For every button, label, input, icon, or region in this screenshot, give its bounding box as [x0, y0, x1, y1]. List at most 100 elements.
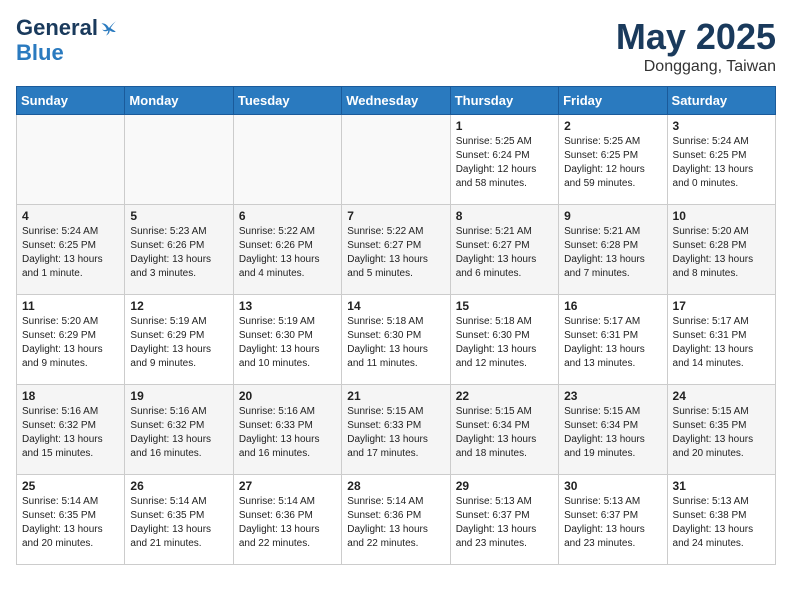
calendar-cell: 12 Sunrise: 5:19 AM Sunset: 6:29 PM Dayli… [125, 295, 233, 385]
day-number: 17 [673, 299, 770, 313]
day-info: Sunrise: 5:15 AM Sunset: 6:34 PM Dayligh… [456, 405, 553, 461]
day-info: Sunrise: 5:21 AM Sunset: 6:27 PM Dayligh… [456, 225, 553, 281]
calendar-cell: 26 Sunrise: 5:14 AM Sunset: 6:35 PM Dayli… [125, 475, 233, 565]
day-info: Sunrise: 5:22 AM Sunset: 6:26 PM Dayligh… [239, 225, 336, 281]
day-number: 6 [239, 209, 336, 223]
day-info: Sunrise: 5:13 AM Sunset: 6:38 PM Dayligh… [673, 495, 770, 551]
calendar-cell: 11 Sunrise: 5:20 AM Sunset: 6:29 PM Dayli… [17, 295, 125, 385]
calendar-cell [125, 115, 233, 205]
day-number: 26 [130, 479, 227, 493]
day-number: 31 [673, 479, 770, 493]
day-number: 11 [22, 299, 119, 313]
day-number: 18 [22, 389, 119, 403]
day-info: Sunrise: 5:15 AM Sunset: 6:34 PM Dayligh… [564, 405, 661, 461]
week-row-5: 25 Sunrise: 5:14 AM Sunset: 6:35 PM Dayli… [17, 475, 776, 565]
calendar-cell: 4Sunrise: 5:24 AM Sunset: 6:25 PM Daylig… [17, 205, 125, 295]
calendar-cell: 24Sunrise: 5:15 AM Sunset: 6:35 PM Dayli… [667, 385, 775, 475]
day-info: Sunrise: 5:14 AM Sunset: 6:36 PM Dayligh… [347, 495, 444, 551]
title-block: May 2025 Donggang, Taiwan [616, 16, 776, 76]
calendar-cell: 5Sunrise: 5:23 AM Sunset: 6:26 PM Daylig… [125, 205, 233, 295]
day-info: Sunrise: 5:25 AM Sunset: 6:24 PM Dayligh… [456, 135, 553, 191]
day-number: 1 [456, 119, 553, 133]
calendar-cell: 10Sunrise: 5:20 AM Sunset: 6:28 PM Dayli… [667, 205, 775, 295]
calendar-cell [233, 115, 341, 205]
logo: General Blue [16, 16, 118, 66]
day-info: Sunrise: 5:15 AM Sunset: 6:33 PM Dayligh… [347, 405, 444, 461]
day-number: 7 [347, 209, 444, 223]
calendar-cell: 3Sunrise: 5:24 AM Sunset: 6:25 PM Daylig… [667, 115, 775, 205]
day-number: 21 [347, 389, 444, 403]
day-number: 29 [456, 479, 553, 493]
calendar-cell: 28Sunrise: 5:14 AM Sunset: 6:36 PM Dayli… [342, 475, 450, 565]
calendar-cell: 16Sunrise: 5:17 AM Sunset: 6:31 PM Dayli… [559, 295, 667, 385]
day-number: 30 [564, 479, 661, 493]
calendar-cell [342, 115, 450, 205]
calendar-cell: 6 Sunrise: 5:22 AM Sunset: 6:26 PM Daylig… [233, 205, 341, 295]
calendar-cell: 2 Sunrise: 5:25 AM Sunset: 6:25 PM Daylig… [559, 115, 667, 205]
header-saturday: Saturday [667, 87, 775, 115]
day-info: Sunrise: 5:14 AM Sunset: 6:35 PM Dayligh… [130, 495, 227, 551]
calendar-cell: 15 Sunrise: 5:18 AM Sunset: 6:30 PM Dayli… [450, 295, 558, 385]
day-number: 22 [456, 389, 553, 403]
calendar-cell: 23 Sunrise: 5:15 AM Sunset: 6:34 PM Dayli… [559, 385, 667, 475]
day-info: Sunrise: 5:16 AM Sunset: 6:32 PM Dayligh… [22, 405, 119, 461]
calendar-cell: 7 Sunrise: 5:22 AM Sunset: 6:27 PM Daylig… [342, 205, 450, 295]
day-number: 12 [130, 299, 227, 313]
header-row: SundayMondayTuesdayWednesdayThursdayFrid… [17, 87, 776, 115]
calendar-cell: 14 Sunrise: 5:18 AM Sunset: 6:30 PM Dayli… [342, 295, 450, 385]
day-number: 3 [673, 119, 770, 133]
logo-bird-icon [100, 19, 118, 37]
logo-text-blue: Blue [16, 40, 64, 66]
calendar-cell: 31 Sunrise: 5:13 AM Sunset: 6:38 PM Dayli… [667, 475, 775, 565]
day-info: Sunrise: 5:16 AM Sunset: 6:33 PM Dayligh… [239, 405, 336, 461]
day-info: Sunrise: 5:13 AM Sunset: 6:37 PM Dayligh… [564, 495, 661, 551]
day-number: 2 [564, 119, 661, 133]
calendar-cell: 25 Sunrise: 5:14 AM Sunset: 6:35 PM Dayli… [17, 475, 125, 565]
day-number: 27 [239, 479, 336, 493]
day-info: Sunrise: 5:18 AM Sunset: 6:30 PM Dayligh… [456, 315, 553, 371]
day-info: Sunrise: 5:14 AM Sunset: 6:36 PM Dayligh… [239, 495, 336, 551]
day-number: 5 [130, 209, 227, 223]
day-number: 20 [239, 389, 336, 403]
calendar-cell: 8 Sunrise: 5:21 AM Sunset: 6:27 PM Daylig… [450, 205, 558, 295]
day-number: 9 [564, 209, 661, 223]
calendar-cell: 1 Sunrise: 5:25 AM Sunset: 6:24 PM Daylig… [450, 115, 558, 205]
calendar-cell: 27 Sunrise: 5:14 AM Sunset: 6:36 PM Dayli… [233, 475, 341, 565]
day-number: 8 [456, 209, 553, 223]
calendar-cell: 13Sunrise: 5:19 AM Sunset: 6:30 PM Dayli… [233, 295, 341, 385]
calendar-cell: 22 Sunrise: 5:15 AM Sunset: 6:34 PM Dayli… [450, 385, 558, 475]
day-info: Sunrise: 5:19 AM Sunset: 6:30 PM Dayligh… [239, 315, 336, 371]
header-wednesday: Wednesday [342, 87, 450, 115]
week-row-4: 18 Sunrise: 5:16 AM Sunset: 6:32 PM Dayli… [17, 385, 776, 475]
day-info: Sunrise: 5:18 AM Sunset: 6:30 PM Dayligh… [347, 315, 444, 371]
day-info: Sunrise: 5:16 AM Sunset: 6:32 PM Dayligh… [130, 405, 227, 461]
calendar-cell: 21 Sunrise: 5:15 AM Sunset: 6:33 PM Dayli… [342, 385, 450, 475]
day-info: Sunrise: 5:25 AM Sunset: 6:25 PM Dayligh… [564, 135, 661, 191]
header-sunday: Sunday [17, 87, 125, 115]
day-number: 16 [564, 299, 661, 313]
day-number: 4 [22, 209, 119, 223]
logo-text-general: General [16, 16, 98, 40]
calendar-cell: 18 Sunrise: 5:16 AM Sunset: 6:32 PM Dayli… [17, 385, 125, 475]
day-info: Sunrise: 5:19 AM Sunset: 6:29 PM Dayligh… [130, 315, 227, 371]
calendar-cell: 9Sunrise: 5:21 AM Sunset: 6:28 PM Daylig… [559, 205, 667, 295]
calendar-cell [17, 115, 125, 205]
day-number: 19 [130, 389, 227, 403]
day-info: Sunrise: 5:14 AM Sunset: 6:35 PM Dayligh… [22, 495, 119, 551]
calendar-cell: 19 Sunrise: 5:16 AM Sunset: 6:32 PM Dayli… [125, 385, 233, 475]
day-number: 25 [22, 479, 119, 493]
calendar-cell: 30 Sunrise: 5:13 AM Sunset: 6:37 PM Dayli… [559, 475, 667, 565]
header-friday: Friday [559, 87, 667, 115]
day-number: 23 [564, 389, 661, 403]
week-row-1: 1 Sunrise: 5:25 AM Sunset: 6:24 PM Daylig… [17, 115, 776, 205]
calendar-cell: 20 Sunrise: 5:16 AM Sunset: 6:33 PM Dayli… [233, 385, 341, 475]
day-info: Sunrise: 5:20 AM Sunset: 6:29 PM Dayligh… [22, 315, 119, 371]
month-year-title: May 2025 [616, 16, 776, 58]
calendar-header: SundayMondayTuesdayWednesdayThursdayFrid… [17, 87, 776, 115]
day-number: 14 [347, 299, 444, 313]
header-thursday: Thursday [450, 87, 558, 115]
day-number: 15 [456, 299, 553, 313]
day-info: Sunrise: 5:17 AM Sunset: 6:31 PM Dayligh… [673, 315, 770, 371]
day-info: Sunrise: 5:13 AM Sunset: 6:37 PM Dayligh… [456, 495, 553, 551]
day-info: Sunrise: 5:22 AM Sunset: 6:27 PM Dayligh… [347, 225, 444, 281]
